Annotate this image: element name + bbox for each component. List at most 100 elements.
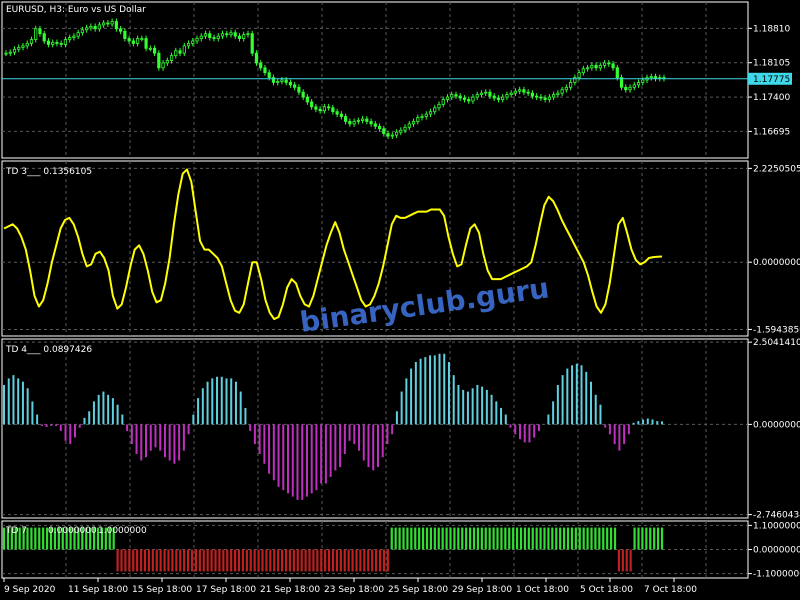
x-axis-label: 5 Oct 18:00 (580, 585, 633, 595)
candle-body (310, 101, 314, 108)
candle-body (585, 67, 590, 70)
candle-body (403, 126, 407, 131)
pane-title: TD 3___ 0.1356105 (5, 167, 92, 177)
candle-body (42, 33, 46, 42)
candle-body (127, 38, 131, 42)
candle-body (55, 42, 59, 44)
pane-frame (1, 1, 749, 159)
candle-body (458, 95, 462, 99)
candle-body (560, 89, 564, 94)
candle-body (471, 96, 475, 102)
candle-body (365, 118, 369, 122)
candle-body (462, 97, 467, 100)
candle-body (445, 96, 450, 100)
candle-body (195, 38, 199, 42)
candle-body (390, 134, 394, 137)
y-axis-label: 1.16695 (753, 127, 790, 137)
candle-body (335, 111, 339, 115)
candle-body (203, 33, 208, 37)
candle-body (569, 82, 573, 88)
candle-body (267, 72, 271, 78)
candle-body (382, 128, 386, 135)
x-axis-label: 21 Sep 18:00 (260, 585, 320, 595)
candle-body (38, 28, 42, 35)
y-axis-label: 1.18810 (753, 24, 790, 34)
candle-body (556, 92, 560, 96)
x-axis-label: 23 Sep 18:00 (324, 585, 384, 595)
candle-body (34, 28, 38, 40)
candle-body (242, 34, 246, 39)
candle-body (102, 22, 106, 26)
candle-body (106, 22, 110, 25)
candle-body (632, 84, 636, 88)
pane-title: TD 4___ 0.0897426 (5, 345, 92, 355)
candle-body (178, 50, 182, 54)
chart-grid (1, 1, 749, 579)
x-axis-label: 17 Sep 18:00 (196, 585, 256, 595)
y-axis-label: -1.5943850 (753, 325, 800, 335)
candle-body (110, 21, 114, 25)
candle-body (4, 52, 8, 55)
candle-body (441, 99, 445, 105)
candle-body (526, 91, 530, 94)
candle-body (199, 35, 203, 39)
candle-body (611, 63, 615, 69)
candle-body (293, 84, 297, 88)
x-axis-label: 11 Sep 18:00 (68, 585, 128, 595)
y-axis-label: 2.5041410 (753, 338, 800, 348)
candle-body (80, 29, 85, 34)
candle-body (93, 25, 97, 30)
candle-body (208, 33, 212, 38)
candle-body (148, 47, 152, 50)
candle-body (552, 94, 556, 98)
y-axis-label: 0.0000000 (753, 546, 800, 556)
candle-body (352, 121, 356, 125)
candle-body (484, 91, 488, 94)
mt-chart[interactable]: 9 Sep 2020 11 Sep 18:00 15 Sep 18:00 17 Sep… (0, 0, 800, 600)
candle-body (169, 55, 174, 61)
candle-body (594, 64, 598, 69)
candle-body (254, 52, 259, 64)
candle-body (577, 72, 581, 78)
candle-body (496, 97, 501, 100)
x-axis-label: 29 Sep 18:00 (452, 585, 512, 595)
y-axis-label: 1.18105 (753, 59, 790, 69)
candle-body (276, 81, 280, 83)
candle-body (17, 46, 21, 50)
candle-body (518, 89, 522, 92)
candle-body (46, 40, 51, 45)
candle-body (216, 35, 220, 39)
candle-body (29, 39, 34, 44)
candle-body (424, 113, 428, 117)
candle-body (513, 90, 518, 94)
candle-body (450, 94, 454, 98)
candle-body (152, 47, 157, 54)
candle-body (259, 62, 263, 69)
pane-frame (1, 338, 749, 519)
candle-body (59, 43, 63, 45)
candle-body (348, 121, 352, 125)
candle-body (598, 64, 602, 69)
x-axis-label: 25 Sep 18:00 (388, 585, 448, 595)
candle-body (399, 129, 403, 133)
candle-body (501, 96, 505, 100)
candle-body (543, 97, 547, 100)
candle-body (602, 62, 607, 66)
x-axis-label: 7 Oct 18:00 (644, 585, 697, 595)
candle-body (505, 94, 509, 98)
pane-title: EURUSD, H3: Euro vs US Dollar (6, 5, 146, 15)
candle-body (280, 79, 284, 82)
candle-body (233, 32, 237, 37)
candle-body (373, 123, 377, 127)
candle-body (157, 52, 161, 69)
candle-body (76, 32, 80, 37)
x-axis-label: 9 Sep 2020 (4, 585, 56, 595)
candle-body (246, 33, 250, 36)
candle-body (327, 106, 331, 109)
candle-body (394, 131, 399, 136)
candle-body (360, 118, 365, 121)
candle-body (63, 39, 68, 45)
candle-body (21, 45, 25, 48)
candle-body (369, 121, 373, 125)
candle-body (377, 125, 382, 130)
